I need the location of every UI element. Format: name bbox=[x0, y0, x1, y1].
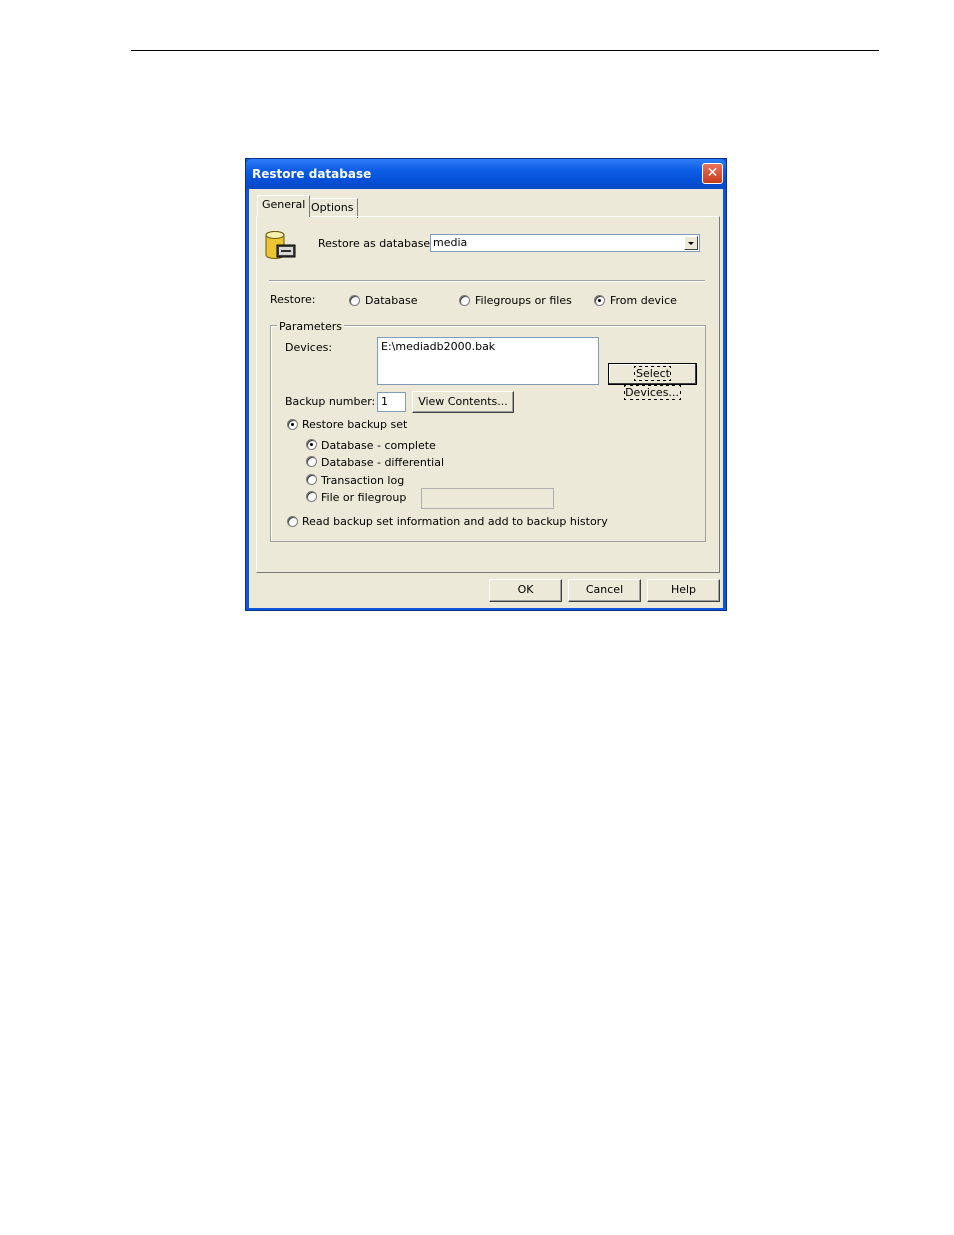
database-complete-radio[interactable] bbox=[306, 439, 317, 450]
database-differential-label[interactable]: Database - differential bbox=[321, 456, 444, 469]
restore-label: Restore: bbox=[270, 293, 316, 306]
database-complete-label[interactable]: Database - complete bbox=[321, 439, 436, 452]
read-backup-info-label[interactable]: Read backup set information and add to b… bbox=[302, 515, 608, 528]
title-bar[interactable]: Restore database ✕ bbox=[246, 159, 726, 189]
transaction-log-radio[interactable] bbox=[306, 474, 317, 485]
restore-backup-set-radio[interactable] bbox=[287, 419, 298, 430]
tab-general[interactable]: General bbox=[257, 195, 311, 217]
tab-options[interactable]: Options bbox=[306, 198, 359, 218]
select-devices-label: Select Devices... bbox=[624, 366, 681, 400]
window-title: Restore database bbox=[252, 167, 372, 181]
cancel-button[interactable]: Cancel bbox=[568, 579, 641, 602]
restore-as-label: Restore as database: bbox=[318, 237, 434, 250]
restore-database-dialog: Restore database ✕ General Options Resto… bbox=[245, 158, 727, 611]
transaction-log-label[interactable]: Transaction log bbox=[321, 474, 404, 487]
help-label: Help bbox=[670, 583, 697, 596]
file-or-filegroup-label[interactable]: File or filegroup bbox=[321, 491, 406, 504]
restore-backup-set-label[interactable]: Restore backup set bbox=[302, 418, 407, 431]
select-devices-button[interactable]: Select Devices... bbox=[608, 363, 697, 400]
database-icon bbox=[265, 231, 296, 259]
restore-as-value: media bbox=[433, 236, 468, 249]
read-backup-info-radio[interactable] bbox=[287, 516, 298, 527]
parameters-group-title: Parameters bbox=[277, 320, 344, 333]
devices-list[interactable]: E:\mediadb2000.bak bbox=[377, 337, 599, 385]
dialog-client-area: General Options Restore as database: med… bbox=[249, 189, 723, 608]
device-item[interactable]: E:\mediadb2000.bak bbox=[381, 340, 495, 353]
database-differential-radio[interactable] bbox=[306, 456, 317, 467]
ok-button[interactable]: OK bbox=[489, 579, 562, 602]
backup-number-value: 1 bbox=[381, 395, 388, 408]
divider bbox=[269, 280, 705, 282]
backup-number-input[interactable]: 1 bbox=[377, 392, 406, 412]
cancel-label: Cancel bbox=[585, 583, 624, 596]
restore-database-radio[interactable] bbox=[349, 295, 360, 306]
restore-from-device-label[interactable]: From device bbox=[610, 294, 677, 307]
file-or-filegroup-input[interactable] bbox=[421, 488, 554, 509]
devices-label: Devices: bbox=[285, 341, 333, 354]
restore-as-database-combobox[interactable]: media bbox=[430, 234, 700, 252]
restore-from-device-radio[interactable] bbox=[594, 295, 605, 306]
view-contents-button[interactable]: View Contents... bbox=[412, 391, 514, 413]
restore-filegroups-label[interactable]: Filegroups or files bbox=[475, 294, 572, 307]
chevron-down-icon[interactable] bbox=[684, 236, 698, 250]
backup-number-label: Backup number: bbox=[285, 395, 376, 408]
restore-filegroups-radio[interactable] bbox=[459, 295, 470, 306]
ok-label: OK bbox=[517, 583, 534, 596]
file-or-filegroup-radio[interactable] bbox=[306, 491, 317, 502]
restore-database-label[interactable]: Database bbox=[365, 294, 418, 307]
close-icon[interactable]: ✕ bbox=[702, 163, 723, 184]
page-header-rule bbox=[131, 50, 879, 51]
view-contents-label: View Contents... bbox=[418, 395, 508, 408]
help-button[interactable]: Help bbox=[647, 579, 720, 602]
